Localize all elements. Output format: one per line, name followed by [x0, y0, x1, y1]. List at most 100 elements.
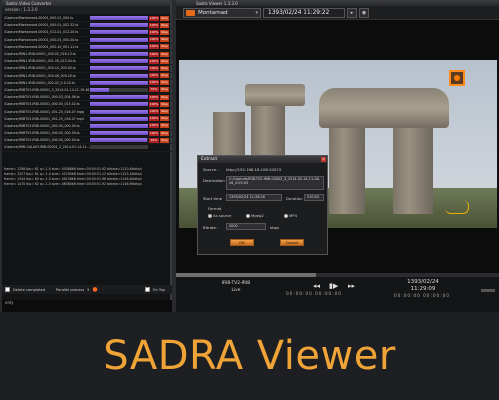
job-progress-bar: [90, 138, 148, 143]
job-row[interactable]: /Capture/Montarnard-00001_000-10_001-11.…: [2, 44, 172, 51]
extract-dialog-title: Extract: [201, 157, 218, 162]
job-row[interactable]: /Capture/IRIN1-IRIB-00001_000-08_009-20.…: [2, 73, 172, 80]
format-option-label: Mpeg2: [251, 213, 264, 218]
stop-button[interactable]: Stop: [160, 15, 169, 21]
format-option-as-source[interactable]: As source: [208, 213, 231, 218]
job-progress-fill: [90, 23, 148, 28]
job-row[interactable]: /Capture/IRIN1-IRIB-00001_000-10_000-00.…: [2, 65, 172, 73]
job-row[interactable]: /Capture/Montarnard-00001_000-01_000.ts 1…: [2, 15, 172, 23]
close-icon[interactable]: ×: [321, 157, 326, 162]
radio-icon: [208, 214, 212, 218]
on-top-label: On Top: [152, 287, 165, 292]
job-path: /Capture/Montarnard-00001_012-01_012-20.…: [4, 30, 79, 35]
job-path: /Capture/IRIBTV3-IRIB-00001_000-03_004-0…: [4, 95, 80, 100]
datetime-field[interactable]: 1393/02/24 11:29:22: [263, 8, 345, 18]
job-row[interactable]: /Capture/IRIBTV3-IRIB-00001_001-25_016-0…: [2, 108, 172, 116]
job-row[interactable]: /Capture/IRIBTV3-IRIB-00001_000-00_000-0…: [2, 123, 172, 130]
job-progress-bar: [90, 73, 148, 78]
stop-button[interactable]: Stop: [160, 109, 169, 115]
job-progress-fill: [90, 87, 109, 92]
start-time-field[interactable]: 1393/02/24 11:28:26: [226, 194, 282, 201]
cancel-button[interactable]: Cancel: [280, 239, 304, 246]
parallel-process-value[interactable]: 5: [87, 288, 89, 292]
job-path: /Capture/IRIBTV3-IRIB-00001_000-00_013-0…: [4, 102, 80, 107]
stop-button[interactable]: Stop: [160, 58, 169, 64]
job-row[interactable]: /Capture/IRIN1-IRIB-00001_002-02_0-0-10.…: [2, 80, 172, 87]
job-path: /Capture/IRIB-GALAXY-IRIB-00001_3_2014-0…: [4, 145, 90, 150]
job-progress-fill: [90, 73, 148, 78]
job-path: /Capture/IRIBTV3-IRIB-00001_000-00_000-0…: [4, 123, 80, 128]
job-percent-badge: 100%: [149, 80, 159, 86]
banner-title: SADRA Viewer: [103, 333, 396, 379]
record-button[interactable]: [449, 70, 465, 86]
rewind-icon[interactable]: ◂◂: [313, 282, 320, 290]
duration-label: Duration: [286, 196, 303, 201]
stop-button[interactable]: Stop: [160, 73, 169, 79]
job-row[interactable]: /Capture/IRIBTV3-IRIB-00001_000-00_000-0…: [2, 137, 172, 145]
converter-title: Sadra Video Converter: [6, 0, 52, 6]
job-percent-badge: 100%: [149, 44, 159, 50]
stop-button[interactable]: Stop: [160, 101, 169, 107]
stop-button[interactable]: Stop: [160, 44, 169, 50]
job-row[interactable]: /Capture/IRIBTV3-IRIB-00001_000-00_013-0…: [2, 101, 172, 109]
stone-lintel: [319, 88, 449, 128]
job-percent-badge: 100%: [149, 109, 159, 115]
stop-button[interactable]: Stop: [160, 29, 169, 35]
job-progress-bar: [90, 16, 148, 21]
bitrate-field[interactable]: 2000: [226, 223, 266, 230]
format-option-mpeg2[interactable]: Mpeg2: [246, 213, 264, 218]
delete-completed-checkbox[interactable]: [5, 287, 10, 292]
log-line: frame= 1470 fps= 62 q=-1.0 size= 46080kB…: [4, 182, 142, 186]
stop-button[interactable]: Stop: [160, 87, 169, 93]
snapshot-button[interactable]: ◉: [359, 8, 369, 18]
stop-button[interactable]: Stop: [160, 137, 169, 143]
job-progress-bar: [90, 23, 148, 28]
on-top-checkbox[interactable]: [144, 287, 150, 292]
job-row[interactable]: /Capture/IRIN1-IRIB-00001_001-09_023-04.…: [2, 58, 172, 66]
channel-select[interactable]: Montarnad ▾: [183, 8, 261, 18]
play-pause-icon[interactable]: ▮▶: [329, 282, 338, 290]
job-progress-fill: [90, 102, 148, 107]
channel-select-value: Montarnad: [198, 10, 228, 16]
stop-button[interactable]: Stop: [160, 80, 169, 86]
job-row[interactable]: /Capture/IRIBTV3-IRIB-00001_000-00_000-0…: [2, 130, 172, 138]
job-row[interactable]: /Capture/IRIBTV3-IRIB-00001_3_2014-01-14…: [2, 87, 172, 95]
screenshot-area: Sadra Video Converter version : 1.3.3.0 …: [0, 0, 499, 312]
playback-date: 1393/02/24: [407, 279, 439, 285]
volume-slider[interactable]: [481, 289, 495, 292]
ok-button[interactable]: OK: [230, 239, 254, 246]
job-row[interactable]: /Capture/IRIB-GALAXY-IRIB-00001_3_2014-0…: [2, 144, 172, 152]
job-row[interactable]: /Capture/IRIBTV3-IRIB-00001_001-25_016-0…: [2, 116, 172, 123]
job-progress-bar: [90, 145, 148, 150]
live-label: Live: [231, 288, 241, 293]
destination-field[interactable]: C:/Capture/IRIB-TV2-IRIB-00002_3_2014-02…: [226, 176, 324, 190]
format-option-label: MP4: [289, 213, 297, 218]
stop-button[interactable]: Stop: [160, 130, 169, 136]
stop-button[interactable]: Stop: [160, 22, 169, 28]
radio-icon: [246, 214, 250, 218]
stop-button[interactable]: Stop: [160, 51, 169, 57]
stop-button[interactable]: Stop: [160, 123, 169, 129]
stop-button[interactable]: Stop: [160, 94, 169, 100]
fast-forward-icon[interactable]: ▸▸: [348, 282, 355, 290]
job-path: /Capture/Montarnard-00001_000-01_000-00.…: [4, 37, 79, 42]
record-icon[interactable]: ●: [92, 286, 97, 293]
stop-button[interactable]: Stop: [160, 37, 169, 43]
version-label: version : 1.3.3.0: [2, 6, 170, 14]
job-row[interactable]: /Capture/Montarnard-00001_000-01_000-00.…: [2, 37, 172, 44]
stop-button[interactable]: Stop: [160, 116, 169, 122]
duration-field[interactable]: 010:03: [304, 194, 324, 201]
start-time-label: Start time: [203, 196, 223, 201]
go-button[interactable]: ▸: [347, 8, 357, 18]
job-row[interactable]: /Capture/Montarnard-00001_000-01_002-32.…: [2, 22, 172, 30]
job-row[interactable]: /Capture/IRIBTV3-IRIB-00001_000-03_004-0…: [2, 94, 172, 102]
job-progress-bar: [90, 123, 148, 128]
job-row[interactable]: /Capture/Montarnard-00001_012-01_012-20.…: [2, 29, 172, 37]
video-top-letterbox: [176, 20, 499, 60]
converter-footer: Delete completed Parallel process 5 ● On…: [2, 285, 172, 294]
job-progress-fill: [90, 30, 148, 35]
format-option-mp4[interactable]: MP4: [284, 213, 297, 218]
job-row[interactable]: /Capture/IRIN1-IRIB-00001_000-02_016-13.…: [2, 51, 172, 59]
stop-button[interactable]: Stop: [160, 65, 169, 71]
job-progress-bar: [90, 37, 148, 42]
